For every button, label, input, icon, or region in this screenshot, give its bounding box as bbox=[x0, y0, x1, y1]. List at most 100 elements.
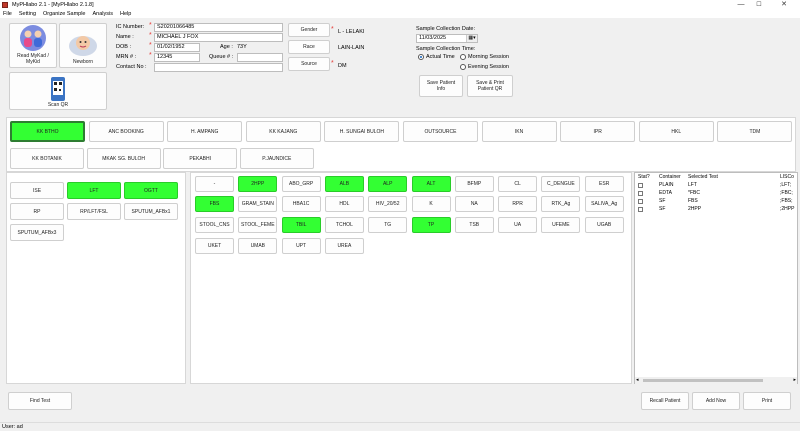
horizontal-scrollbar[interactable]: ◂ ▸ bbox=[635, 377, 797, 384]
test-button-2hpp[interactable]: 2HPP bbox=[238, 176, 278, 192]
find-test-button[interactable]: Find Test bbox=[8, 392, 72, 410]
save-patient-info-button[interactable]: Save Patient Info bbox=[419, 75, 463, 97]
scroll-right-icon[interactable]: ▸ bbox=[793, 377, 796, 384]
gender-button[interactable]: Gender bbox=[288, 23, 330, 37]
scroll-thumb[interactable] bbox=[643, 379, 763, 382]
race-button[interactable]: Race bbox=[288, 40, 330, 54]
test-button-hdl[interactable]: HDL bbox=[324, 196, 364, 212]
left-test-rp-lft-fsl[interactable]: RP/LFT/FSL bbox=[67, 203, 121, 220]
test-button-fbs[interactable]: FBS bbox=[195, 196, 234, 212]
test-button-tp[interactable]: TP bbox=[411, 217, 451, 233]
contact-field[interactable] bbox=[154, 63, 283, 72]
save-print-qr-button[interactable]: Save & Print Patient QR bbox=[467, 75, 513, 97]
menu-help[interactable]: Help bbox=[120, 11, 131, 17]
read-mykad-button[interactable]: Read MyKad / MyKid bbox=[9, 23, 57, 68]
lis-cell: ;2HPP bbox=[780, 206, 795, 212]
close-button[interactable]: ✕ bbox=[770, 0, 798, 10]
morning-session-radio[interactable]: Morning Session bbox=[460, 54, 509, 60]
test-button-gram-stain[interactable]: GRAM_STAIN bbox=[238, 196, 278, 212]
test-button-blank[interactable]: - bbox=[195, 176, 234, 192]
test-button-na[interactable]: NA bbox=[454, 196, 494, 212]
source-button[interactable]: Source bbox=[288, 57, 330, 71]
stat-checkbox[interactable] bbox=[638, 199, 643, 204]
test-button-rtk-ag[interactable]: RTK_Ag bbox=[541, 196, 581, 212]
menu-analysis[interactable]: Analysis bbox=[93, 11, 113, 17]
calendar-icon[interactable]: ▦▾ bbox=[466, 35, 477, 42]
test-button-ufeme[interactable]: UFEME bbox=[541, 217, 581, 233]
left-test-sputum-afbx3[interactable]: SPUTUM_AFBx3 bbox=[10, 224, 64, 241]
test-button-tg[interactable]: TG bbox=[368, 217, 408, 233]
name-field[interactable]: MICHAEL J FOX bbox=[154, 33, 283, 42]
stat-checkbox[interactable] bbox=[638, 191, 643, 196]
test-button-tchol[interactable]: TCHOL bbox=[324, 217, 364, 233]
test-button-stool-feme[interactable]: STOOL_FEME bbox=[238, 217, 278, 233]
add-now-button[interactable]: Add Now bbox=[692, 392, 740, 410]
left-test-rp[interactable]: RP bbox=[10, 203, 64, 220]
test-button-rpr[interactable]: RPR bbox=[498, 196, 538, 212]
test-button-tsb[interactable]: TSB bbox=[454, 217, 494, 233]
queue-field[interactable] bbox=[237, 53, 283, 62]
table-row[interactable]: EDTA *FBC ;FBC; bbox=[635, 190, 797, 197]
location-tab-tdm[interactable]: TDM bbox=[717, 121, 793, 142]
test-button-saliva-ag[interactable]: SALIVA_Ag bbox=[584, 196, 624, 212]
menu-file[interactable]: File bbox=[3, 11, 12, 17]
location-tab-kk-botanik[interactable]: KK BOTANIK bbox=[10, 148, 84, 169]
test-button-c-dengue[interactable]: C_DENGUE bbox=[541, 176, 581, 192]
test-button-alp[interactable]: ALP bbox=[368, 176, 408, 192]
newborn-button[interactable]: Newborn bbox=[59, 23, 107, 68]
table-row[interactable]: SF 2HPP ;2HPP bbox=[635, 206, 797, 213]
status-bar: User: ad bbox=[0, 422, 800, 431]
location-tab-h-sungai-buloh[interactable]: H. SUNGAI BULOH bbox=[324, 121, 400, 142]
test-button-umab[interactable]: UMAB bbox=[238, 238, 278, 254]
test-button-bfmp[interactable]: BFMP bbox=[454, 176, 494, 192]
location-tab-h-ampang[interactable]: H. AMPANG bbox=[167, 121, 243, 142]
mrn-field[interactable]: 12345 bbox=[154, 53, 200, 62]
stat-checkbox[interactable] bbox=[638, 183, 643, 188]
scroll-left-icon[interactable]: ◂ bbox=[636, 377, 639, 384]
menu-setting[interactable]: Setting bbox=[19, 11, 36, 17]
test-button-ua[interactable]: UA bbox=[498, 217, 538, 233]
location-tab-kk-btho[interactable]: KK BTHO bbox=[10, 121, 85, 142]
left-test-lft[interactable]: LFT bbox=[67, 182, 121, 199]
location-tab-ipr[interactable]: IPR bbox=[560, 121, 636, 142]
test-button-uket[interactable]: UKET bbox=[195, 238, 234, 254]
recall-patient-button[interactable]: Recall Patient bbox=[641, 392, 689, 410]
location-tab-ikn[interactable]: IKN bbox=[481, 121, 557, 142]
table-row[interactable]: PLAIN LFT ;LFT; bbox=[635, 182, 797, 189]
test-button-k[interactable]: K bbox=[411, 196, 451, 212]
test-button-hba1c[interactable]: HBA1C bbox=[281, 196, 321, 212]
test-button-upt[interactable]: UPT bbox=[281, 238, 321, 254]
location-tab-p-jaundice[interactable]: P.JAUNDICE bbox=[239, 148, 314, 169]
ic-number-field[interactable]: S20201066485 bbox=[154, 23, 283, 32]
maximize-button[interactable]: ☐ bbox=[752, 0, 766, 10]
location-tab-anc-booking[interactable]: ANC BOOKING bbox=[88, 121, 164, 142]
print-button[interactable]: Print bbox=[743, 392, 791, 410]
test-button-ugab[interactable]: UGAB bbox=[584, 217, 624, 233]
evening-session-radio[interactable]: Evening Session bbox=[460, 64, 509, 70]
location-tab-mkak-sg-buloh[interactable]: MKAK SG. BULOH bbox=[86, 148, 161, 169]
left-test-sputum-afbx1[interactable]: SPUTUM_AFBx1 bbox=[124, 203, 178, 220]
location-tab-outsource[interactable]: OUTSOURCE bbox=[403, 121, 478, 142]
test-button-esr[interactable]: ESR bbox=[584, 176, 624, 192]
location-tab-pekabhi[interactable]: PEKABHI bbox=[163, 148, 238, 169]
menu-organize-sample[interactable]: Organize Sample bbox=[43, 11, 86, 17]
location-tab-kk-kajang[interactable]: KK KAJANG bbox=[245, 121, 321, 142]
test-button-tbil[interactable]: TBIL bbox=[281, 217, 321, 233]
actual-time-radio[interactable]: Actual Time bbox=[418, 54, 455, 60]
test-button-stool-cns[interactable]: STOOL_CNS bbox=[195, 217, 234, 233]
test-button-urea[interactable]: UREA bbox=[324, 238, 364, 254]
minimize-button[interactable]: — bbox=[734, 0, 748, 10]
test-button-alb[interactable]: ALB bbox=[324, 176, 364, 192]
test-button-abo-grp[interactable]: ABO_GRP bbox=[281, 176, 321, 192]
test-button-alt[interactable]: ALT bbox=[411, 176, 451, 192]
test-button-hiv-20-52[interactable]: HIV_20/52 bbox=[368, 196, 408, 212]
dob-field[interactable]: 01/02/1952 bbox=[154, 43, 200, 52]
stat-checkbox[interactable] bbox=[638, 207, 643, 212]
table-row[interactable]: SF FBS ;FBS; bbox=[635, 198, 797, 205]
left-test-ise[interactable]: ISE bbox=[10, 182, 64, 199]
queue-label: Queue # : bbox=[209, 54, 234, 60]
test-button-cl[interactable]: CL bbox=[498, 176, 538, 192]
location-tab-hkl[interactable]: HKL bbox=[638, 121, 714, 142]
left-test-ogtt[interactable]: OGTT bbox=[124, 182, 178, 199]
scan-qr-button[interactable]: Scan QR bbox=[9, 72, 107, 110]
